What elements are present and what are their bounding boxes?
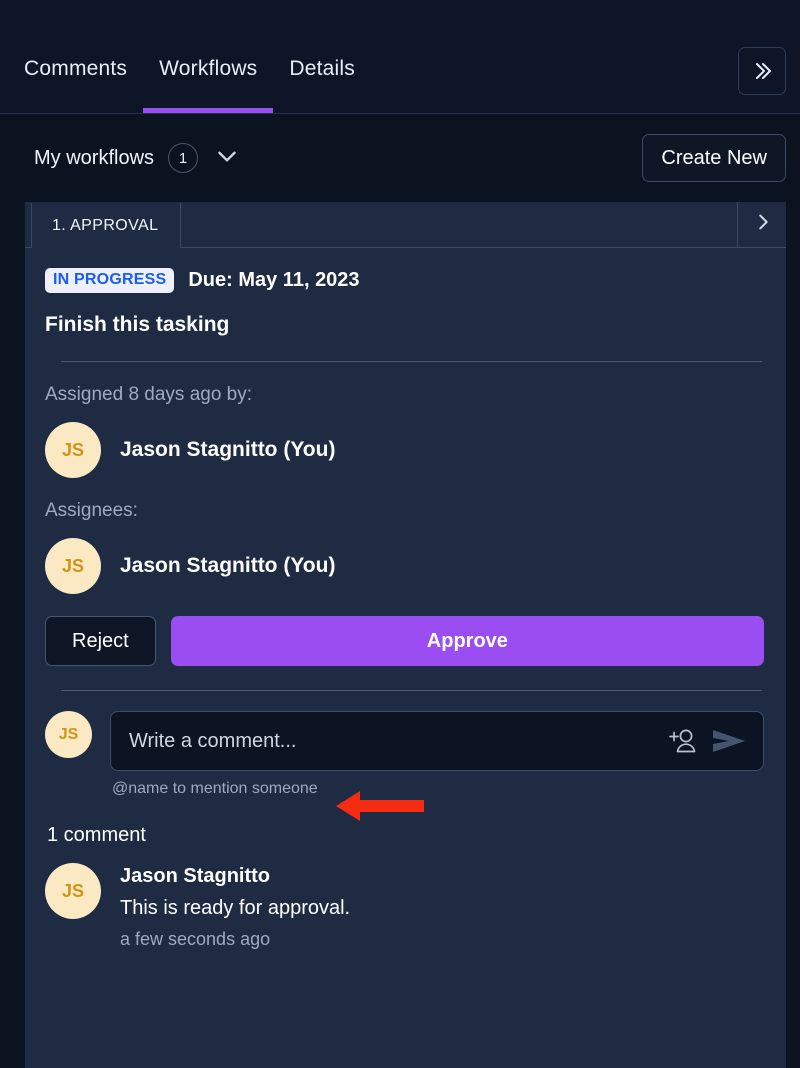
step-tab-approval[interactable]: 1. APPROVAL xyxy=(31,203,182,248)
avatar: JS xyxy=(45,422,101,478)
workflow-card-body: IN PROGRESS Due: May 11, 2023 Finish thi… xyxy=(25,248,786,950)
due-date-label: Due: May 11, 2023 xyxy=(188,269,360,291)
avatar: JS xyxy=(45,863,101,919)
workflow-card-wrapper: 1. APPROVAL IN PROGRESS Due: May 11, 202… xyxy=(0,202,800,1068)
assignees-label: Assignees: xyxy=(45,500,138,521)
assignee-row: JS Jason Stagnitto (You) xyxy=(45,538,764,594)
workflow-step-tabs: 1. APPROVAL xyxy=(25,202,786,248)
comment-input-placeholder: Write a comment... xyxy=(129,729,297,752)
comment-text: This is ready for approval. xyxy=(120,897,351,919)
comment-input-box[interactable]: Write a comment... xyxy=(110,711,764,771)
chevron-right-icon xyxy=(752,211,774,238)
tab-comments[interactable]: Comments xyxy=(8,58,143,113)
status-row: IN PROGRESS Due: May 11, 2023 xyxy=(45,268,764,293)
workflows-panel: Comments Workflows Details My workflows … xyxy=(0,0,800,1068)
avatar: JS xyxy=(45,538,101,594)
approve-button[interactable]: Approve xyxy=(170,616,764,666)
tab-comments-label: Comments xyxy=(24,57,128,80)
tab-workflows[interactable]: Workflows xyxy=(143,57,274,113)
composer-icons xyxy=(667,725,749,757)
send-icon[interactable] xyxy=(711,726,749,756)
comment-count-label: 1 comment xyxy=(47,824,146,846)
chevron-down-icon xyxy=(214,143,240,174)
status-badge: IN PROGRESS xyxy=(45,268,175,293)
tab-details-label: Details xyxy=(289,57,355,80)
reject-button[interactable]: Reject xyxy=(45,616,156,666)
step-tabs-filler xyxy=(181,202,737,247)
avatar: JS xyxy=(45,711,92,758)
workflow-count-badge: 1 xyxy=(168,143,199,173)
tab-list: Comments Workflows Details xyxy=(24,0,738,113)
list-item: JS Jason Stagnitto This is ready for app… xyxy=(45,863,764,950)
assigner-row: JS Jason Stagnitto (You) xyxy=(45,422,764,478)
comment-timestamp: a few seconds ago xyxy=(120,929,271,949)
assigner-name: Jason Stagnitto (You) xyxy=(120,438,336,461)
chevron-double-right-icon xyxy=(750,59,774,83)
task-title: Finish this tasking xyxy=(45,313,230,336)
divider-top xyxy=(61,361,762,362)
collapse-panel-button[interactable] xyxy=(738,47,786,95)
assignee-name: Jason Stagnitto (You) xyxy=(120,554,336,577)
comment-author: Jason Stagnitto xyxy=(120,865,271,887)
workflows-subheader: My workflows 1 Create New xyxy=(0,114,800,202)
workflows-dropdown-toggle[interactable] xyxy=(214,143,240,174)
comment-body: Jason Stagnitto This is ready for approv… xyxy=(120,863,350,950)
top-tab-bar: Comments Workflows Details xyxy=(0,0,800,114)
my-workflows-label: My workflows xyxy=(34,146,155,169)
divider-bottom xyxy=(61,690,762,691)
comment-composer: JS Write a comment... @name to mention s… xyxy=(45,711,764,798)
tab-details[interactable]: Details xyxy=(273,58,371,113)
assigned-by-label: Assigned 8 days ago by: xyxy=(45,384,253,405)
approval-actions: Reject Approve xyxy=(45,616,764,666)
workflow-card: 1. APPROVAL IN PROGRESS Due: May 11, 202… xyxy=(25,202,786,1068)
tab-workflows-label: Workflows xyxy=(159,57,258,80)
add-person-icon[interactable] xyxy=(667,725,701,757)
next-step-button[interactable] xyxy=(737,202,786,247)
create-new-button[interactable]: Create New xyxy=(642,134,786,182)
mention-hint: @name to mention someone xyxy=(112,780,318,797)
composer-column: Write a comment... @name to mention some… xyxy=(110,711,764,798)
